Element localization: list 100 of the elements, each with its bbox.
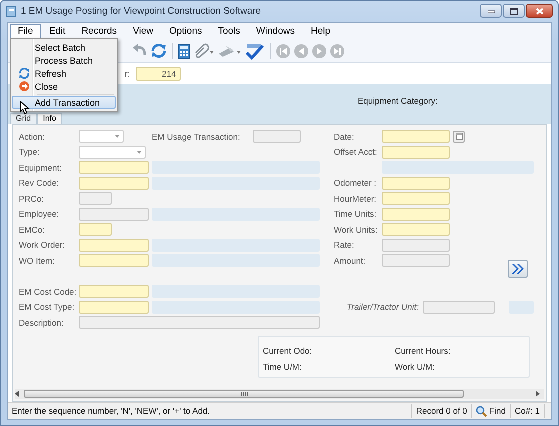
field-label: EMCo: [19,224,46,235]
cursor-icon [20,101,30,115]
close-icon [536,8,544,14]
maximize-button[interactable] [503,4,525,18]
input-field[interactable]: 214 [136,66,182,80]
summary-label: Time U/M: [263,362,303,372]
menu-item[interactable]: Select Batch [12,41,116,54]
field-label: EM Cost Code: [19,286,78,297]
menu-item[interactable]: Process Batch [12,54,116,67]
menu-item[interactable]: Close [12,80,116,93]
first-record-icon[interactable] [276,44,291,58]
tab[interactable]: Info [37,113,62,124]
field-label: HourMeter: [334,194,378,204]
menu-item[interactable]: View [125,24,162,39]
input-field[interactable] [79,208,149,221]
maximize-icon [510,8,518,14]
search-icon [476,406,488,416]
menu-item[interactable]: Edit [41,24,74,39]
field-label: Amount: [334,256,367,266]
field-label: Equipment: [19,162,63,173]
grip-icon [240,392,248,396]
input-field[interactable] [79,192,112,206]
input-field[interactable] [382,223,450,236]
input-field[interactable] [79,254,149,268]
field-label: Rate: [334,240,356,250]
dropdown-field[interactable] [79,130,124,144]
menu-item[interactable]: Help [302,24,339,39]
summary-label: Current Odo: [263,346,314,356]
summary-label: Current Hours: [395,346,452,356]
input-field[interactable] [79,176,149,190]
paperclip-icon[interactable] [193,43,215,59]
field-label: Type: [19,147,41,158]
menu-item[interactable]: Windows [248,24,303,39]
field-label: Odometer : [334,178,378,188]
input-field[interactable] [79,161,149,174]
close-circle-icon [18,81,30,92]
app-icon [6,6,17,18]
input-field[interactable] [79,238,149,252]
undo-icon[interactable] [132,44,148,58]
menu-item[interactable]: Add Transaction [12,96,116,109]
dropdown-field[interactable] [79,146,146,159]
next-button[interactable] [508,260,528,278]
refresh-icon [18,68,30,79]
field-label: Trailer/Tractor Unit: [347,302,419,312]
input-field[interactable] [79,223,112,236]
close-button[interactable] [526,4,553,18]
caret-icon [115,135,120,138]
menu-item[interactable]: File [10,24,42,39]
scroll-right-icon [536,391,541,397]
next-record-icon[interactable] [312,44,327,58]
input-field[interactable] [79,285,149,298]
field-label: Work Order: [19,240,66,250]
field-label: Action: [19,132,46,142]
status-message: Enter the sequence number, 'N', 'NEW', or '+' to Add. [11,406,212,416]
tab[interactable]: Grid [10,113,38,124]
input-field[interactable] [382,130,450,144]
input-field[interactable] [79,316,320,330]
refresh-icon[interactable] [151,43,167,59]
summary-label: Work U/M: [395,362,436,372]
field-label: Date: [334,132,356,142]
last-record-icon[interactable] [330,44,345,58]
field-label: Rev Code: [19,178,60,188]
input-field[interactable] [79,300,149,314]
field-label: Work Units: [334,224,379,235]
company-number: Co#: 1 [514,406,540,416]
window-title: 1 EM Usage Posting for Viewpoint Construction Software [21,6,262,17]
input-field[interactable] [423,300,495,314]
find-button[interactable]: Find [476,406,506,416]
menu-item[interactable]: Options [161,24,210,39]
field-label: PRCo: [19,194,46,204]
calculator-icon[interactable] [178,44,190,58]
input-field[interactable] [382,254,450,268]
double-chevron-icon [512,264,524,274]
field-label: EM Usage Transaction: [152,132,240,142]
calendar-icon [456,133,462,140]
calendar-button[interactable] [453,130,465,143]
caret-icon [137,150,142,154]
menu-item[interactable]: Refresh [12,67,116,80]
input-field[interactable] [382,192,450,206]
field-label: Equipment Category: [358,96,439,106]
field-label: Employee: [19,209,60,220]
input-field[interactable] [382,146,450,159]
spellcheck-icon[interactable] [245,42,265,60]
input-field[interactable] [382,238,450,252]
input-field[interactable] [382,176,450,190]
menu-item[interactable]: Tools [210,24,248,39]
input-field[interactable] [253,130,301,144]
minimize-icon [488,8,494,14]
field-label: r: [125,68,130,78]
field-label: Description: [19,318,65,328]
menu-item[interactable]: Records [74,24,126,39]
field-label: EM Cost Type: [19,302,76,312]
previous-record-icon[interactable] [294,44,309,58]
field-label: WO Item: [19,256,56,266]
field-label: Time Units: [334,209,378,220]
horizontal-scrollbar[interactable] [15,389,544,399]
record-count: Record 0 of 0 [416,406,468,416]
input-field[interactable] [382,208,450,221]
scroll-left-icon [15,391,20,397]
field-label: Offset Acct: [334,147,378,158]
